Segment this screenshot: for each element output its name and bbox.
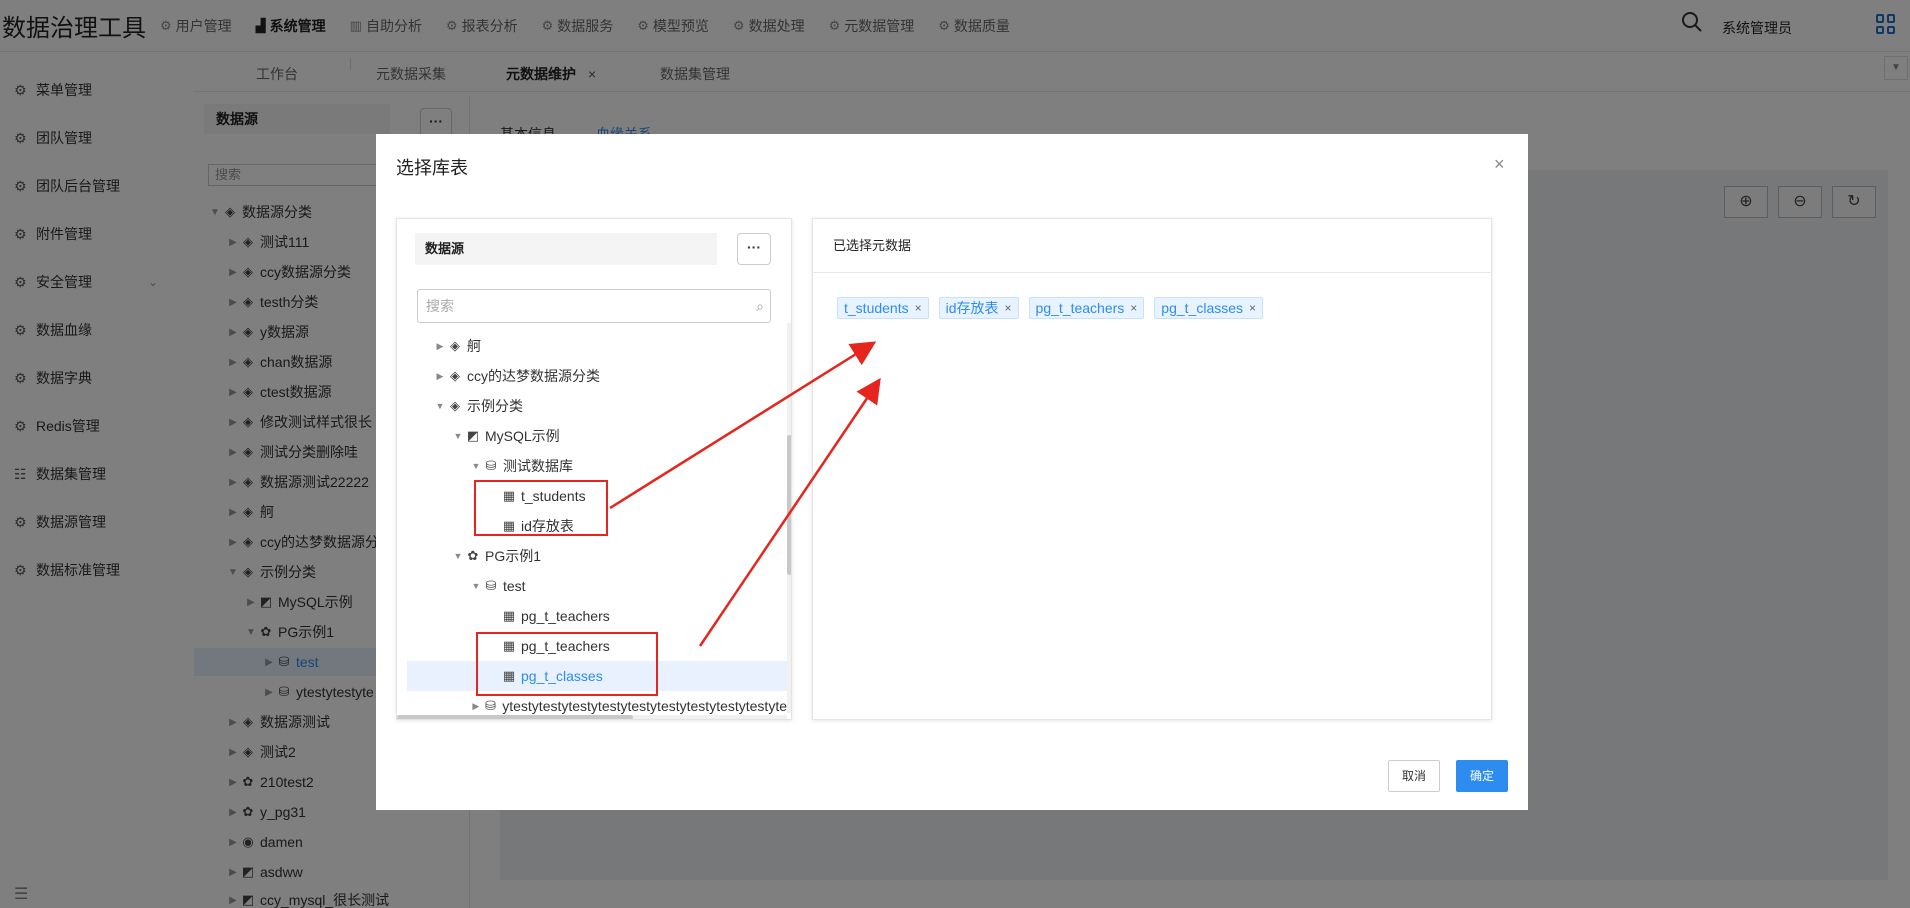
annotation-arrows bbox=[609, 341, 881, 647]
annotation-arrow bbox=[609, 341, 877, 510]
annotation-arrow bbox=[698, 377, 881, 647]
